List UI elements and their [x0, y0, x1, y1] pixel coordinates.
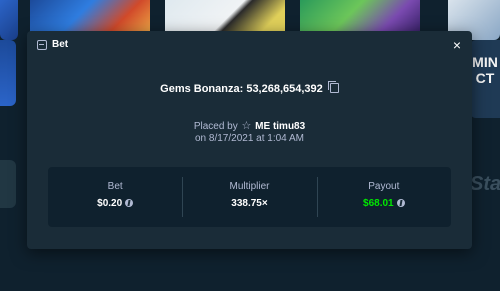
- game-id-label: Gems Bonanza: 53,268,654,392: [160, 83, 323, 95]
- provider-logo[interactable]: Sta: [470, 162, 500, 206]
- provider-logo-text: Sta: [470, 173, 500, 195]
- bet-label: Bet: [107, 181, 123, 192]
- payout-value-row: $68.01: [317, 198, 451, 209]
- user-link[interactable]: ME timu83: [255, 121, 305, 132]
- bet-date: on 8/17/2021 at 1:04 AM: [195, 133, 304, 144]
- multiplier-label: Multiplier: [229, 181, 270, 192]
- bet-stats-panel: Bet $0.20 Multiplier 338.75× Payout $68.…: [48, 167, 451, 227]
- payout-value: $68.01: [363, 198, 394, 209]
- star-icon: ☆: [241, 120, 252, 132]
- multiplier-stat: Multiplier 338.75×: [182, 167, 316, 227]
- placed-by-label: Placed by: [193, 121, 238, 132]
- coin-icon: [125, 199, 134, 207]
- bet-details-modal: Bet × Gems Bonanza: 53,268,654,392 Place…: [27, 31, 472, 249]
- bet-value: $0.20: [97, 198, 123, 209]
- bet-stat: Bet $0.20: [48, 167, 182, 227]
- bet-value-row: $0.20: [48, 198, 182, 209]
- game-thumbnail[interactable]: MIN CT: [470, 40, 500, 118]
- payout-label: Payout: [368, 181, 400, 192]
- game-thumbnail[interactable]: [0, 0, 18, 40]
- bet-slip-icon: [37, 40, 47, 50]
- game-thumbnail[interactable]: [0, 40, 16, 106]
- game-id-line: Gems Bonanza: 53,268,654,392: [27, 81, 472, 95]
- coin-icon: [396, 199, 405, 207]
- placed-by-line: Placed by ☆ ME timu83: [27, 119, 472, 132]
- thumbnail-text: MIN CT: [472, 54, 498, 86]
- game-thumbnail[interactable]: [0, 160, 16, 208]
- copy-icon[interactable]: [327, 81, 339, 93]
- multiplier-value: 338.75×: [231, 198, 268, 209]
- modal-header: Bet ×: [27, 31, 472, 61]
- modal-title: Bet: [52, 39, 69, 50]
- close-button[interactable]: ×: [453, 37, 461, 53]
- payout-stat: Payout $68.01: [316, 167, 451, 227]
